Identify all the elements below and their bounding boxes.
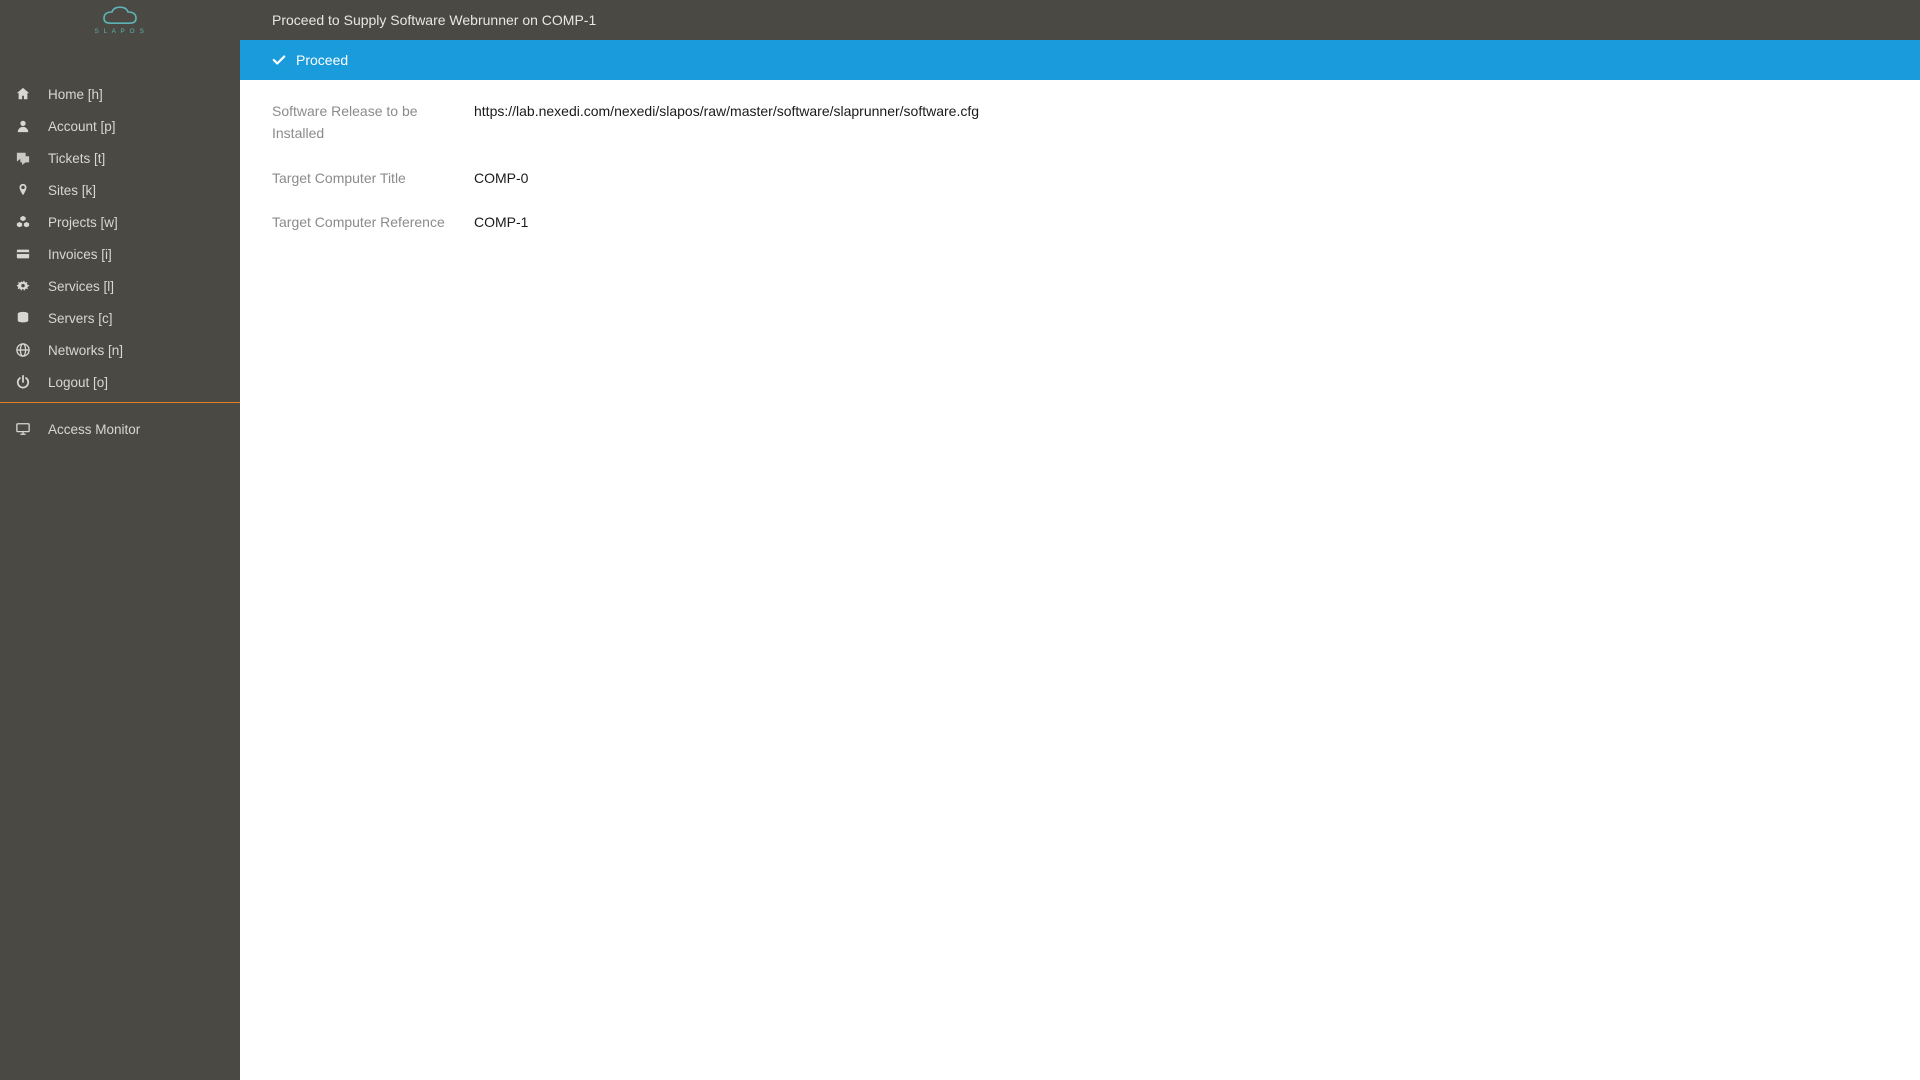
cubes-icon bbox=[16, 215, 48, 229]
field-target-computer-reference: Target Computer Reference COMP-1 bbox=[272, 211, 1888, 233]
brand-logo[interactable]: S L A P O S bbox=[0, 0, 240, 40]
proceed-button-label: Proceed bbox=[296, 52, 348, 68]
sidebar-item-networks[interactable]: Networks [n] bbox=[0, 334, 240, 366]
field-software-release: Software Release to be Installed https:/… bbox=[272, 100, 1888, 145]
sidebar-item-label: Servers [c] bbox=[48, 311, 113, 326]
sidebar-item-label: Invoices [i] bbox=[48, 247, 112, 262]
sidebar-nav: Home [h] Account [p] Tickets [t] Sites [… bbox=[0, 40, 240, 445]
proceed-button[interactable]: Proceed bbox=[272, 52, 348, 68]
field-label: Target Computer Title bbox=[272, 167, 464, 189]
sidebar-item-label: Logout [o] bbox=[48, 375, 108, 390]
sidebar-item-label: Tickets [t] bbox=[48, 151, 105, 166]
sidebar-item-projects[interactable]: Projects [w] bbox=[0, 206, 240, 238]
sidebar-item-services[interactable]: Services [l] bbox=[0, 270, 240, 302]
gears-icon bbox=[16, 279, 48, 293]
sidebar-item-access-monitor[interactable]: Access Monitor bbox=[0, 413, 240, 445]
sidebar-item-invoices[interactable]: Invoices [i] bbox=[0, 238, 240, 270]
user-icon bbox=[16, 119, 48, 133]
monitor-icon bbox=[16, 422, 48, 436]
sidebar-item-label: Services [l] bbox=[48, 279, 114, 294]
sidebar-item-tickets[interactable]: Tickets [t] bbox=[0, 142, 240, 174]
sidebar-item-label: Access Monitor bbox=[48, 422, 140, 437]
database-icon bbox=[16, 311, 48, 325]
home-icon bbox=[16, 87, 48, 101]
power-icon bbox=[16, 375, 48, 389]
sidebar-item-sites[interactable]: Sites [k] bbox=[0, 174, 240, 206]
sidebar-item-label: Sites [k] bbox=[48, 183, 96, 198]
sidebar-item-logout[interactable]: Logout [o] bbox=[0, 366, 240, 398]
sidebar-item-servers[interactable]: Servers [c] bbox=[0, 302, 240, 334]
sidebar-divider bbox=[0, 402, 240, 403]
check-icon bbox=[272, 53, 286, 67]
sidebar-item-home[interactable]: Home [h] bbox=[0, 78, 240, 110]
map-marker-icon bbox=[16, 183, 48, 197]
field-value: COMP-1 bbox=[464, 211, 528, 233]
field-target-computer-title: Target Computer Title COMP-0 bbox=[272, 167, 1888, 189]
credit-card-icon bbox=[16, 247, 48, 261]
header-bar: Proceed to Supply Software Webrunner on … bbox=[240, 0, 1920, 40]
svg-text:S L A P O S: S L A P O S bbox=[95, 28, 146, 35]
sidebar-item-label: Home [h] bbox=[48, 87, 103, 102]
page-title: Proceed to Supply Software Webrunner on … bbox=[272, 12, 596, 28]
field-value: https://lab.nexedi.com/nexedi/slapos/raw… bbox=[464, 100, 979, 122]
sidebar-item-label: Networks [n] bbox=[48, 343, 123, 358]
chat-icon bbox=[16, 151, 48, 165]
sidebar: S L A P O S Home [h] Account [p] Tickets… bbox=[0, 0, 240, 1080]
globe-icon bbox=[16, 343, 48, 357]
field-label: Software Release to be Installed bbox=[272, 100, 464, 145]
sidebar-item-label: Account [p] bbox=[48, 119, 116, 134]
action-bar: Proceed bbox=[240, 40, 1920, 80]
sidebar-item-account[interactable]: Account [p] bbox=[0, 110, 240, 142]
main-content: Proceed to Supply Software Webrunner on … bbox=[240, 0, 1920, 1080]
field-value: COMP-0 bbox=[464, 167, 528, 189]
sidebar-item-label: Projects [w] bbox=[48, 215, 118, 230]
field-label: Target Computer Reference bbox=[272, 211, 464, 233]
slapos-logo-icon: S L A P O S bbox=[72, 4, 168, 36]
content-panel: Software Release to be Installed https:/… bbox=[240, 80, 1920, 1080]
